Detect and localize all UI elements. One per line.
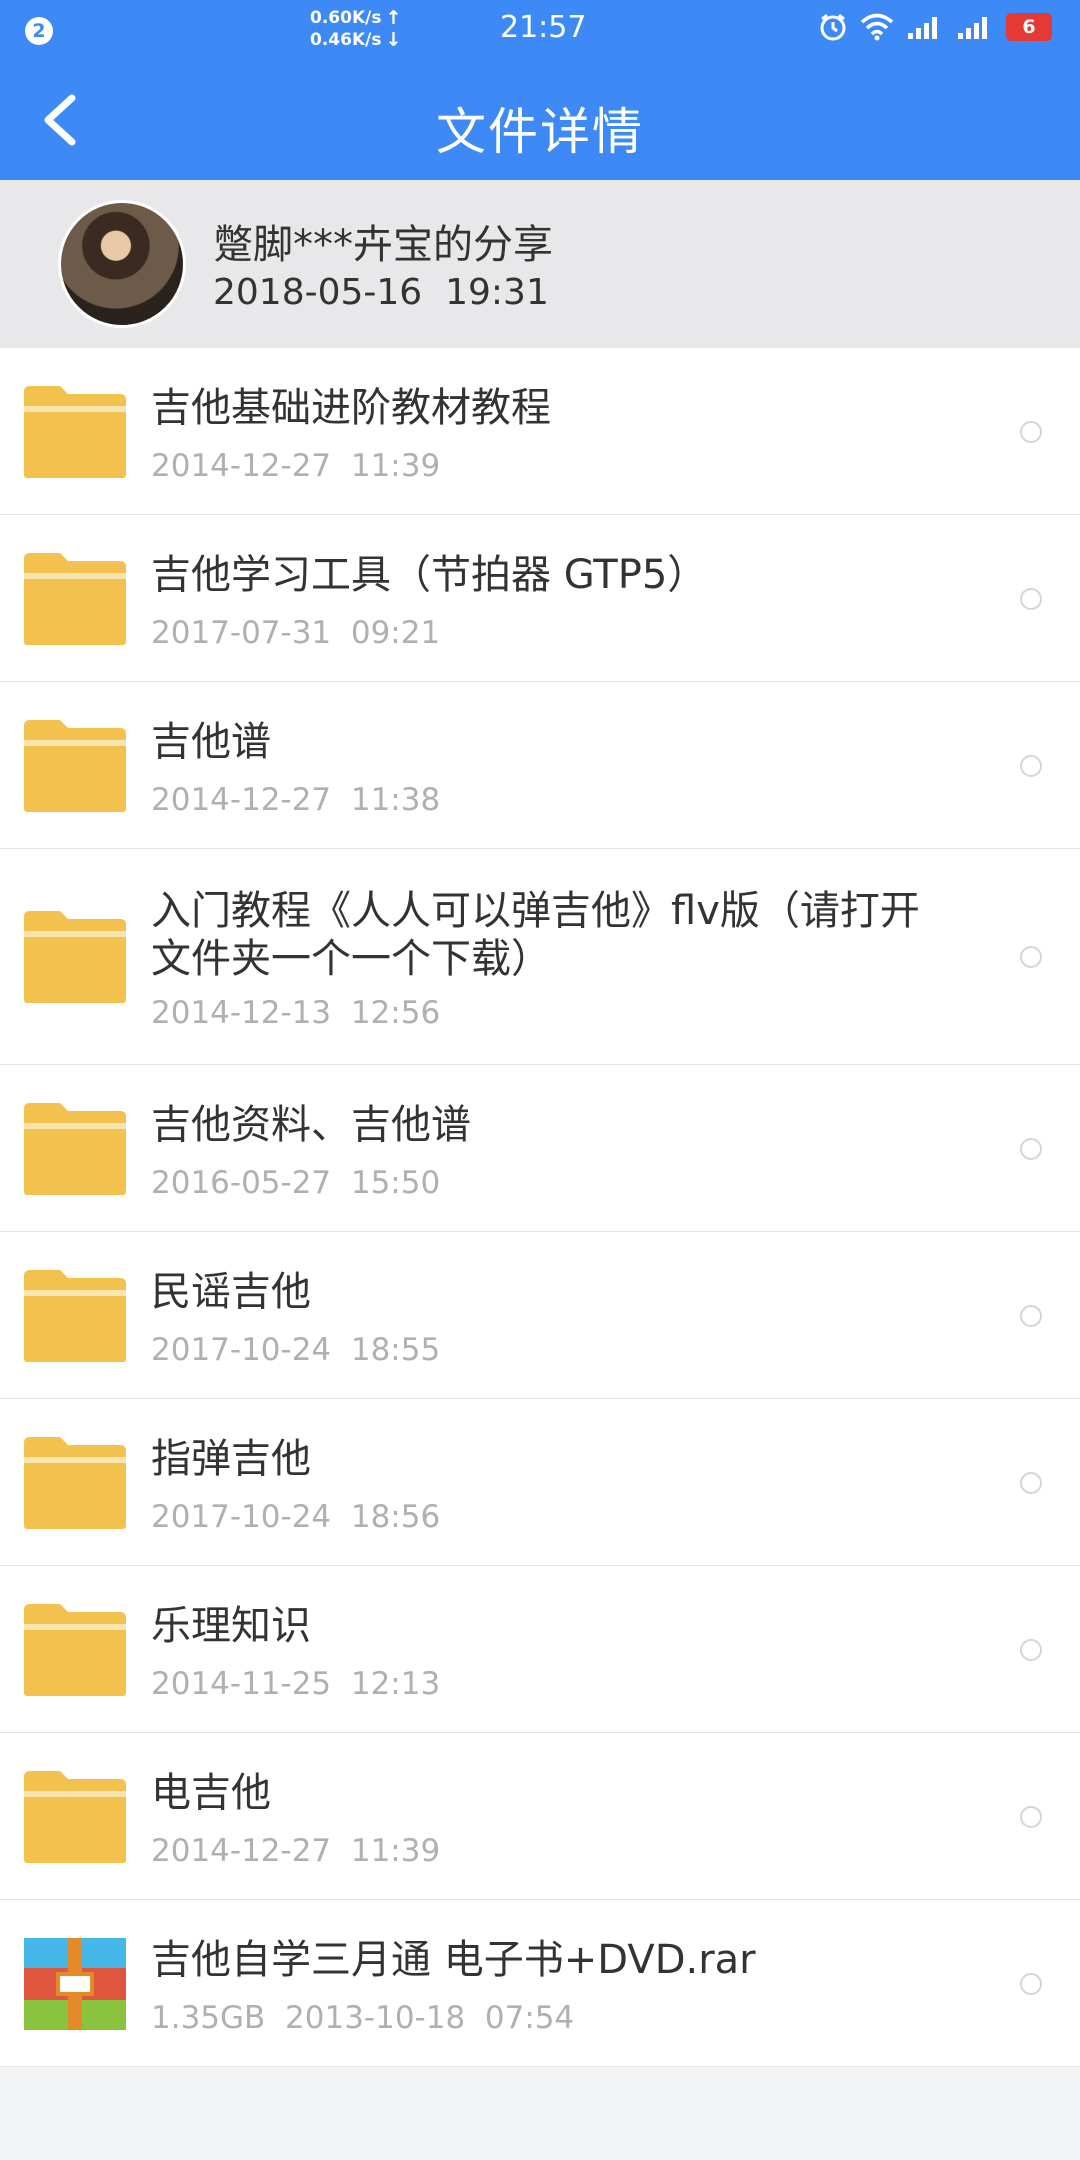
status-icons: 6 xyxy=(818,12,1052,42)
app-bar: 文件详情 xyxy=(0,60,1080,180)
folder-icon xyxy=(24,911,126,1003)
file-name: 吉他基础进阶教材教程 xyxy=(151,385,551,431)
select-radio[interactable] xyxy=(1020,1472,1042,1494)
file-name: 入门教程《人人可以弹吉他》flv版（请打开文件夹一个一个下载） xyxy=(151,888,920,982)
folder-icon xyxy=(24,1771,126,1863)
file-name: 电吉他 xyxy=(151,1770,271,1816)
select-radio[interactable] xyxy=(1020,946,1042,968)
file-name: 吉他谱 xyxy=(151,719,271,765)
select-radio[interactable] xyxy=(1020,421,1042,443)
file-name: 吉他资料、吉他谱 xyxy=(151,1102,471,1148)
status-bar: 2 0.60K/s ↑ 0.46K/s ↓ 21:57 6 xyxy=(0,0,1080,60)
select-radio[interactable] xyxy=(1020,1639,1042,1661)
file-meta: 2017-07-31 09:21 xyxy=(151,615,441,651)
select-radio[interactable] xyxy=(1020,1806,1042,1828)
file-name: 民谣吉他 xyxy=(151,1269,311,1315)
notification-badge: 2 xyxy=(25,17,53,45)
select-radio[interactable] xyxy=(1020,588,1042,610)
share-header: 蹩脚***卉宝的分享 2018-05-16 19:31 xyxy=(0,180,1080,348)
folder-icon xyxy=(24,1604,126,1696)
battery-indicator: 6 xyxy=(1006,13,1052,41)
select-radio[interactable] xyxy=(1020,1305,1042,1327)
folder-icon xyxy=(24,1103,126,1195)
file-meta: 2017-10-24 18:55 xyxy=(151,1332,441,1368)
folder-icon xyxy=(24,553,126,645)
share-owner: 蹩脚***卉宝的分享 xyxy=(213,222,553,268)
file-meta: 1.35GB 2013-10-18 07:54 xyxy=(151,2000,575,2036)
file-name: 指弹吉他 xyxy=(151,1436,311,1482)
share-date: 2018-05-16 19:31 xyxy=(213,272,549,313)
wifi-icon xyxy=(860,13,894,41)
alarm-icon xyxy=(820,13,846,41)
upload-speed: 0.60K/s xyxy=(310,8,382,28)
file-meta: 2017-10-24 18:56 xyxy=(151,1499,441,1535)
list-item[interactable]: 吉他自学三月通 电子书+DVD.rar 1.35GB 2013-10-18 07:… xyxy=(0,1900,1080,2067)
file-meta: 2014-12-27 11:39 xyxy=(151,1833,441,1869)
list-item[interactable]: 民谣吉他 2017-10-24 18:55 xyxy=(0,1232,1080,1399)
select-radio[interactable] xyxy=(1020,1973,1042,1995)
file-meta: 2014-12-27 11:39 xyxy=(151,448,441,484)
signal-2-icon xyxy=(958,17,987,39)
list-item[interactable]: 入门教程《人人可以弹吉他》flv版（请打开文件夹一个一个下载） 2014-12-1… xyxy=(0,849,1080,1065)
file-meta: 2014-12-27 11:38 xyxy=(151,782,441,818)
signal-icon xyxy=(908,17,937,39)
folder-icon xyxy=(24,386,126,478)
list-item[interactable]: 吉他基础进阶教材教程 2014-12-27 11:39 xyxy=(0,348,1080,515)
file-meta: 2014-11-25 12:13 xyxy=(151,1666,441,1702)
file-meta: 2016-05-27 15:50 xyxy=(151,1165,441,1201)
folder-icon xyxy=(24,1270,126,1362)
file-name: 乐理知识 xyxy=(151,1603,311,1649)
network-speed: 0.60K/s ↑ 0.46K/s ↓ xyxy=(310,7,406,51)
file-list: 吉他基础进阶教材教程 2014-12-27 11:39 吉他学习工具（节拍器 GTP… xyxy=(0,348,1080,2067)
avatar[interactable] xyxy=(58,200,186,328)
upload-arrow-icon: ↑ xyxy=(385,7,402,29)
file-name: 吉他学习工具（节拍器 GTP5） xyxy=(151,552,708,598)
download-speed: 0.46K/s xyxy=(310,30,382,50)
list-item[interactable]: 电吉他 2014-12-27 11:39 xyxy=(0,1733,1080,1900)
file-meta: 2014-12-13 12:56 xyxy=(151,995,441,1031)
select-radio[interactable] xyxy=(1020,1138,1042,1160)
page-title: 文件详情 xyxy=(436,103,644,161)
clock: 21:57 xyxy=(500,10,587,45)
folder-icon xyxy=(24,720,126,812)
list-item[interactable]: 指弹吉他 2017-10-24 18:56 xyxy=(0,1399,1080,1566)
list-item[interactable]: 乐理知识 2014-11-25 12:13 xyxy=(0,1566,1080,1733)
folder-icon xyxy=(24,1437,126,1529)
file-name: 吉他自学三月通 电子书+DVD.rar xyxy=(151,1937,756,1983)
list-item[interactable]: 吉他资料、吉他谱 2016-05-27 15:50 xyxy=(0,1065,1080,1232)
list-item[interactable]: 吉他谱 2014-12-27 11:38 xyxy=(0,682,1080,849)
rar-file-icon xyxy=(24,1938,126,2030)
select-radio[interactable] xyxy=(1020,755,1042,777)
list-item[interactable]: 吉他学习工具（节拍器 GTP5） 2017-07-31 09:21 xyxy=(0,515,1080,682)
download-arrow-icon: ↓ xyxy=(385,29,402,51)
